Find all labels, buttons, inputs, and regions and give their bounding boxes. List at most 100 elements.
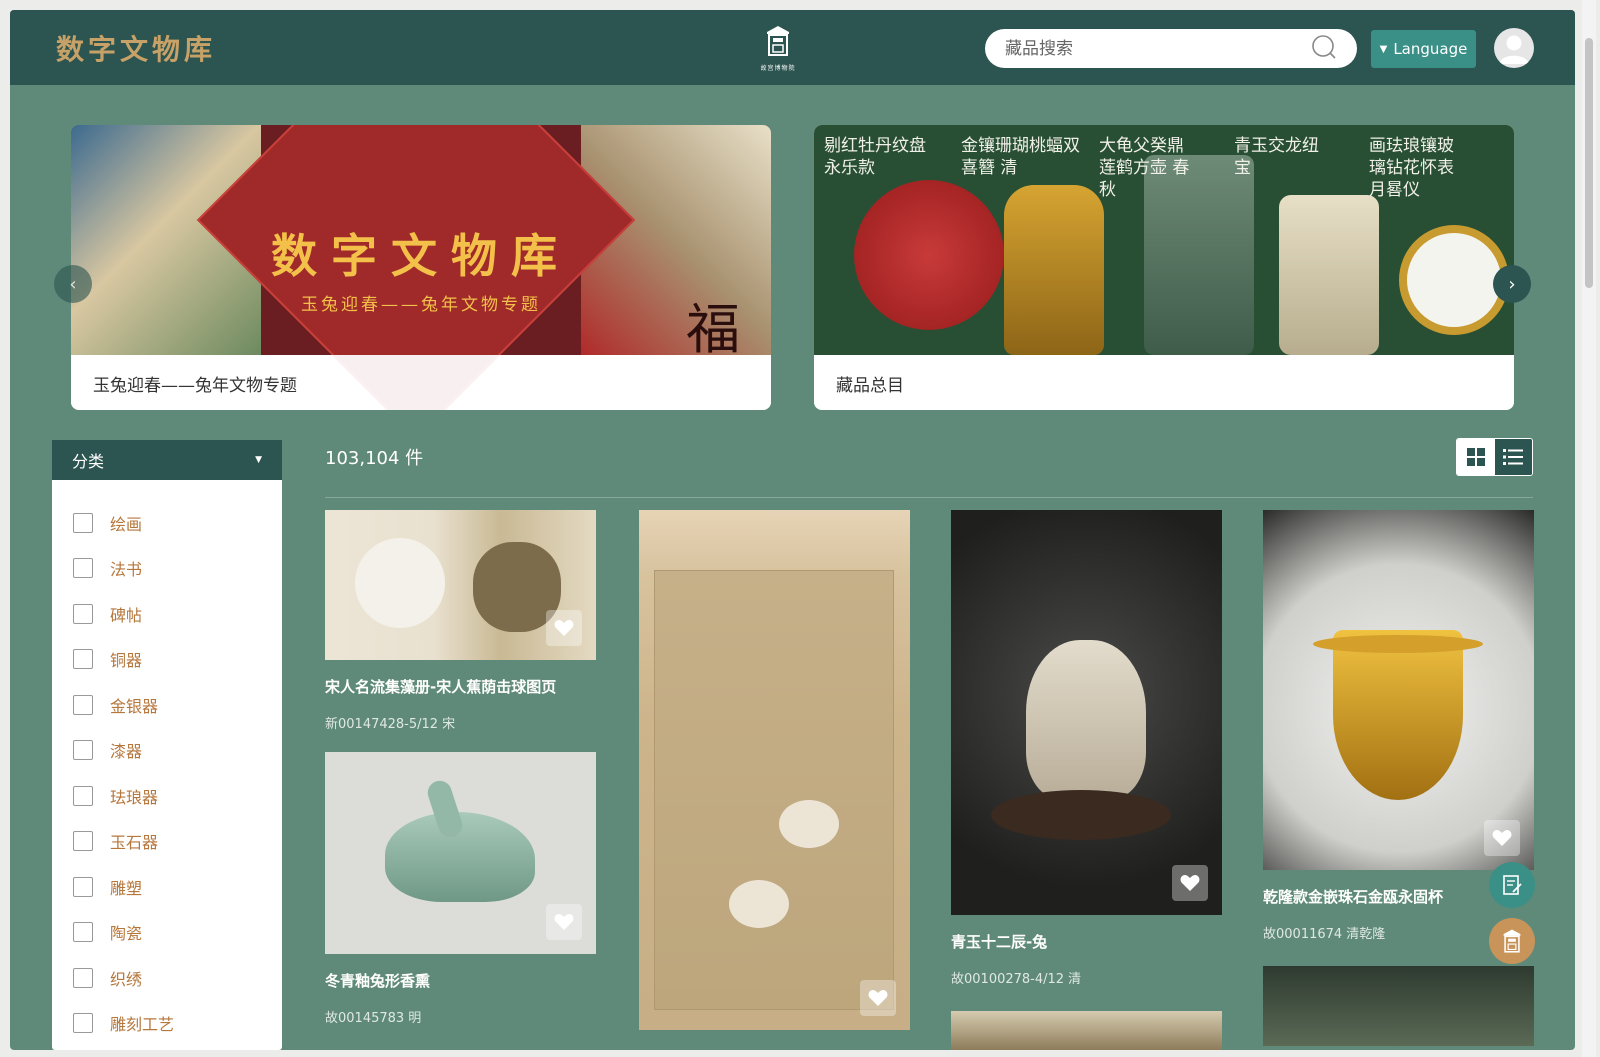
- checkbox[interactable]: [73, 876, 93, 897]
- category-item[interactable]: 玉石器: [52, 819, 282, 865]
- app-window: 数字文物库 故宫博物院 ▼ Language: [10, 10, 1575, 1050]
- category-label: 铜器: [110, 651, 143, 671]
- art-column-4: 青玉交龙纽 宝: [1234, 136, 1319, 178]
- top-header: 数字文物库 故宫博物院 ▼ Language: [10, 10, 1575, 85]
- checkbox[interactable]: [73, 512, 93, 533]
- banner-caption: 玉兔迎春——兔年文物专题: [71, 355, 771, 410]
- checkbox[interactable]: [73, 558, 93, 579]
- result-count: 103,104 件: [325, 448, 424, 469]
- user-avatar[interactable]: [1494, 28, 1534, 68]
- category-label: 陶瓷: [110, 924, 143, 944]
- category-item[interactable]: 漆器: [52, 728, 282, 774]
- caret-down-icon: ▼: [255, 455, 262, 465]
- category-item[interactable]: 织绣: [52, 955, 282, 1001]
- caret-down-icon: ▼: [1379, 43, 1388, 55]
- artifact-card[interactable]: 冬青釉兔形香熏 故00145783 明: [325, 752, 596, 1026]
- category-filter-header[interactable]: 分类 ▼: [52, 440, 282, 480]
- category-label: 玉石器: [110, 833, 159, 853]
- artifact-image: [639, 510, 910, 1030]
- checkbox[interactable]: [73, 740, 93, 761]
- feedback-button[interactable]: [1489, 862, 1535, 908]
- category-filter-panel: 分类 ▼ 绘画 法书 碑帖 铜器 金银器 漆器 珐琅器 玉石器 雕塑 陶瓷 织绣…: [52, 440, 282, 1050]
- chevron-right-icon: ›: [1508, 273, 1516, 295]
- search-input[interactable]: [1005, 38, 1311, 59]
- artifact-image-partial: [1263, 966, 1534, 1046]
- museum-home-button[interactable]: [1489, 918, 1535, 964]
- view-toggle: [1456, 438, 1533, 476]
- museum-icon: [1503, 929, 1521, 953]
- artifact-image: [325, 752, 596, 954]
- lacquer-plate-image: [854, 180, 1004, 330]
- carousel-next-button[interactable]: ›: [1493, 265, 1531, 303]
- category-list: 绘画 法书 碑帖 铜器 金银器 漆器 珐琅器 玉石器 雕塑 陶瓷 织绣 雕刻工艺: [52, 480, 282, 1046]
- category-label: 法书: [110, 560, 143, 580]
- results-divider: [325, 497, 1533, 498]
- jade-seal-image: [1279, 195, 1379, 355]
- checkbox[interactable]: [73, 694, 93, 715]
- search-icon[interactable]: [1311, 34, 1337, 64]
- category-item[interactable]: 雕塑: [52, 864, 282, 910]
- artifact-image: [951, 510, 1222, 915]
- category-item[interactable]: 铜器: [52, 637, 282, 683]
- checkbox[interactable]: [73, 922, 93, 943]
- carousel-prev-button[interactable]: ‹: [54, 265, 92, 303]
- category-item[interactable]: 雕刻工艺: [52, 1001, 282, 1047]
- checkbox[interactable]: [73, 1013, 93, 1034]
- checkbox[interactable]: [73, 785, 93, 806]
- grid-view-button[interactable]: [1457, 439, 1495, 475]
- artifact-title: 青玉十二辰-兔: [951, 933, 1048, 951]
- language-button[interactable]: ▼ Language: [1371, 30, 1476, 68]
- category-item[interactable]: 金银器: [52, 682, 282, 728]
- list-view-button[interactable]: [1494, 439, 1532, 475]
- search-bar[interactable]: [985, 29, 1357, 68]
- art-column-3: 大龟父癸鼎 莲鹤方壶 春秋: [1099, 136, 1190, 200]
- category-label: 绘画: [110, 514, 143, 534]
- artifact-image-partial: [951, 1011, 1222, 1050]
- artifact-card[interactable]: 宋人名流集藻册-宋人蕉荫击球图页 新00147428-5/12 宋: [325, 510, 596, 732]
- checkbox[interactable]: [73, 831, 93, 852]
- user-icon: [1499, 35, 1529, 64]
- category-item[interactable]: 陶瓷: [52, 910, 282, 956]
- heart-icon: [554, 620, 574, 636]
- gold-cup-image: [1004, 185, 1104, 355]
- category-item[interactable]: 碑帖: [52, 591, 282, 637]
- banner-collection-index[interactable]: 剔红牡丹纹盘 永乐款 金镶珊瑚桃蝠双喜簪 清 大龟父癸鼎 莲鹤方壶 春秋 青玉交…: [814, 125, 1514, 410]
- banner-seal-glyph: 福: [686, 298, 740, 361]
- category-label: 金银器: [110, 696, 159, 716]
- artifact-title: 宋人名流集藻册-宋人蕉荫击球图页: [325, 678, 557, 696]
- artifact-card[interactable]: 青玉十二辰-兔 故00100278-4/12 清: [951, 510, 1222, 1050]
- language-label: Language: [1393, 40, 1468, 58]
- heart-icon: [868, 990, 888, 1006]
- page-scrollbar[interactable]: [1582, 0, 1596, 1057]
- banner-rabbit-artwork: 数字文物库 玉兔迎春——兔年文物专题 福: [71, 125, 771, 410]
- category-filter-title: 分类: [72, 452, 105, 471]
- heart-icon: [1180, 875, 1200, 891]
- banner-rabbit-year[interactable]: 数字文物库 玉兔迎春——兔年文物专题 福 玉兔迎春——兔年文物专题: [71, 125, 771, 410]
- checkbox[interactable]: [73, 967, 93, 988]
- artifact-image: [325, 510, 596, 660]
- site-logo[interactable]: 数字文物库: [56, 28, 216, 68]
- artifact-card[interactable]: 乾隆款金嵌珠石金瓯永固杯 故00011674 清乾隆: [1263, 510, 1534, 1046]
- category-label: 碑帖: [110, 605, 143, 625]
- favorite-button[interactable]: [1484, 820, 1520, 856]
- banner-collection-artwork: 剔红牡丹纹盘 永乐款 金镶珊瑚桃蝠双喜簪 清 大龟父癸鼎 莲鹤方壶 春秋 青玉交…: [814, 125, 1514, 355]
- favorite-button[interactable]: [860, 980, 896, 1016]
- category-label: 漆器: [110, 742, 143, 762]
- museum-logo-icon[interactable]: 故宫博物院: [758, 25, 798, 72]
- chevron-left-icon: ‹: [69, 273, 77, 295]
- grid-icon: [1466, 448, 1485, 466]
- category-item[interactable]: 法书: [52, 546, 282, 592]
- checkbox[interactable]: [73, 603, 93, 624]
- artifact-meta: 故00145783 明: [325, 1011, 422, 1026]
- favorite-button[interactable]: [1172, 865, 1208, 901]
- checkbox[interactable]: [73, 649, 93, 670]
- banner-art-subtitle: 玉兔迎春——兔年文物专题: [301, 295, 541, 315]
- favorite-button[interactable]: [546, 904, 582, 940]
- scrollbar-thumb[interactable]: [1585, 38, 1593, 288]
- category-label: 雕刻工艺: [110, 1015, 175, 1035]
- category-label: 珐琅器: [110, 787, 159, 807]
- category-item[interactable]: 绘画: [52, 500, 282, 546]
- favorite-button[interactable]: [546, 610, 582, 646]
- artifact-card[interactable]: [639, 510, 910, 1030]
- category-item[interactable]: 珐琅器: [52, 773, 282, 819]
